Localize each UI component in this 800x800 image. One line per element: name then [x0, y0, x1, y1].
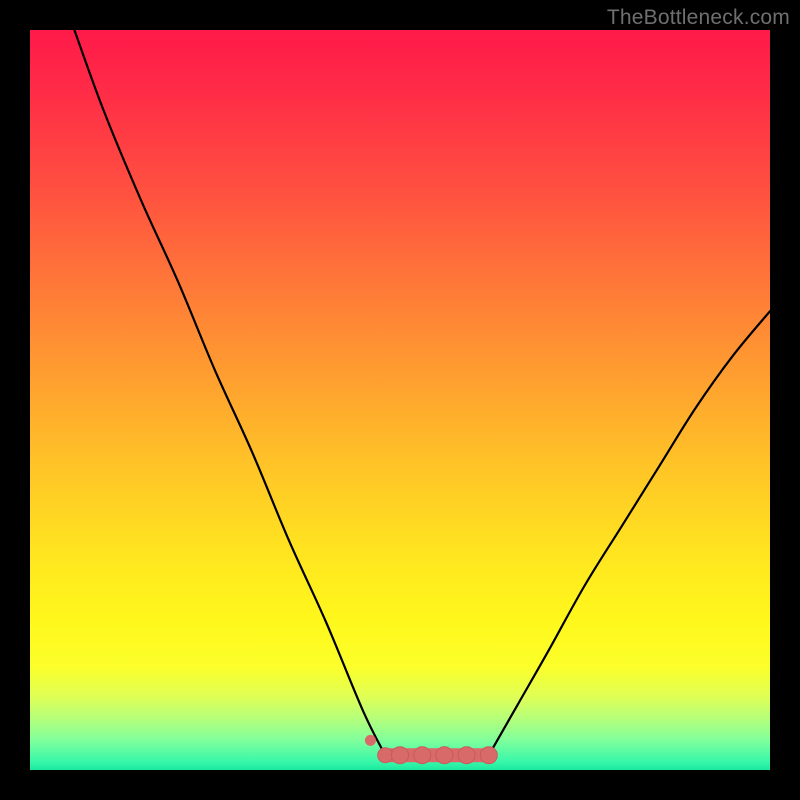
marker-point: [378, 748, 393, 763]
marker-point-outlier: [365, 735, 376, 746]
marker-point: [480, 747, 497, 764]
series-left-curve: [74, 30, 385, 755]
plot-area: [30, 30, 770, 770]
marker-point: [458, 747, 475, 764]
marker-point: [392, 747, 409, 764]
chart-frame: TheBottleneck.com: [0, 0, 800, 800]
marker-point: [414, 747, 431, 764]
series-right-curve: [489, 311, 770, 755]
marker-point: [436, 747, 453, 764]
chart-svg: [30, 30, 770, 770]
watermark-text: TheBottleneck.com: [607, 6, 790, 30]
